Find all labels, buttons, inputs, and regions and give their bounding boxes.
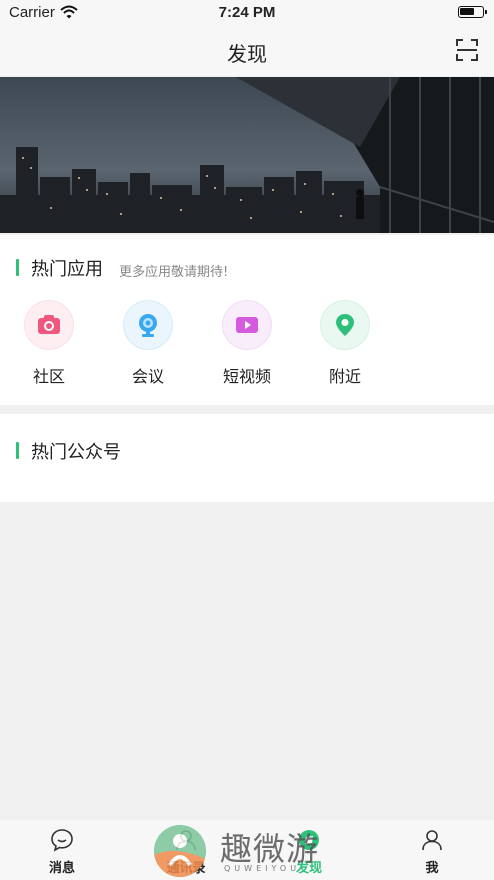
app-label: 社区 xyxy=(32,367,65,386)
app-item-meeting[interactable]: 会议 xyxy=(113,301,183,386)
nav-bar: 发现 xyxy=(0,26,494,76)
app-icon-bg xyxy=(124,301,172,349)
app-icon-bg xyxy=(25,301,73,349)
public-accounts-section: 热门公众号 xyxy=(0,414,494,502)
webcam-icon xyxy=(139,314,157,337)
app-label: 会议 xyxy=(131,367,164,386)
status-time: 7:24 PM xyxy=(218,4,276,21)
battery-icon xyxy=(458,6,487,18)
section-accent-bar xyxy=(16,259,19,276)
watermark-subtext: QUWEIYOU xyxy=(224,864,301,873)
chat-bubble-icon xyxy=(51,829,73,852)
hot-apps-title: 热门应用 xyxy=(31,259,103,280)
app-item-nearby[interactable]: 附近 xyxy=(310,301,380,386)
camera-icon xyxy=(38,315,60,334)
banner-image[interactable] xyxy=(0,77,494,233)
tab-label: 我 xyxy=(425,861,439,876)
video-icon xyxy=(236,317,258,333)
person-icon xyxy=(422,830,442,851)
hot-apps-subtitle: 更多应用敬请期待! xyxy=(119,265,229,280)
watermark: 趣微游 QUWEIYOU xyxy=(154,822,354,878)
status-bar: Carrier 7:24 PM xyxy=(0,0,494,26)
scan-icon[interactable] xyxy=(456,39,478,61)
tab-label: 消息 xyxy=(48,861,75,876)
tab-me[interactable]: 我 xyxy=(383,820,481,880)
app-label: 短视频 xyxy=(222,367,271,386)
location-pin-icon xyxy=(336,314,354,336)
page-title: 发现 xyxy=(227,42,267,66)
hot-apps-section: 热门应用 更多应用敬请期待! 社区 会议 短视频 附近 xyxy=(0,235,494,405)
app-label: 附近 xyxy=(328,367,361,386)
app-icon-bg xyxy=(321,301,369,349)
watermark-logo xyxy=(154,825,206,877)
tab-messages[interactable]: 消息 xyxy=(13,820,111,880)
app-item-community[interactable]: 社区 xyxy=(14,301,84,386)
app-icon-bg xyxy=(223,301,271,349)
app-item-short-video[interactable]: 短视频 xyxy=(212,301,282,386)
city-night-image xyxy=(0,77,494,233)
public-accounts-title: 热门公众号 xyxy=(31,442,121,463)
section-accent-bar xyxy=(16,442,19,459)
